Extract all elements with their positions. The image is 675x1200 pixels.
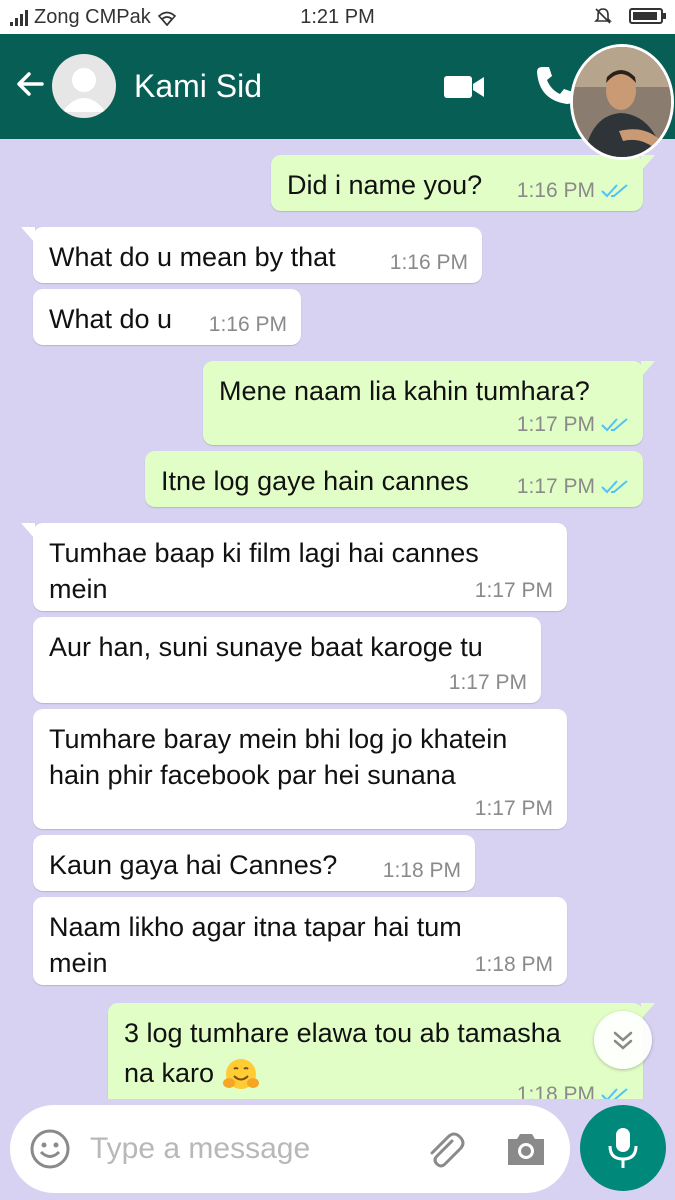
- status-right: [593, 6, 666, 26]
- battery-icon: [629, 8, 666, 24]
- message-text: Aur han, suni sunaye baat karoge tu: [49, 632, 483, 662]
- message-incoming[interactable]: What do u 1:16 PM: [33, 289, 301, 345]
- camera-icon[interactable]: [504, 1127, 548, 1171]
- message-composer: [10, 1105, 570, 1193]
- message-time: 1:17 PM: [474, 579, 553, 602]
- paperclip-icon[interactable]: [422, 1127, 466, 1171]
- message-outgoing[interactable]: Mene naam lia kahin tumhara? 1:17 PM: [203, 361, 655, 445]
- message-meta: 1:17 PM: [475, 579, 553, 603]
- hugging-face-emoji: [222, 1058, 259, 1089]
- message-meta: 1:17 PM: [449, 671, 527, 695]
- message-meta: 1:16 PM: [390, 251, 468, 275]
- message-text-line: Tumhare baray mein bhi log jo khatein: [49, 724, 508, 754]
- message-incoming[interactable]: Tumhare baray mein bhi log jo khatein ha…: [33, 709, 567, 829]
- chat-area[interactable]: Did i name you? 1:16 PM What do u mean b…: [0, 139, 675, 1099]
- message-time: 1:17 PM: [474, 797, 553, 820]
- double-chevron-down-icon: [613, 1031, 633, 1050]
- arrow-left-icon[interactable]: [12, 66, 48, 102]
- message-time: 1:18 PM: [516, 1083, 595, 1099]
- message-text: Mene naam lia kahin tumhara?: [219, 376, 590, 406]
- video-call-icon[interactable]: [442, 72, 486, 102]
- bubble-tail: [641, 155, 655, 171]
- message-time: 1:16 PM: [516, 179, 595, 202]
- message-meta: 1:18 PM: [517, 1083, 629, 1099]
- message-meta: 1:17 PM: [517, 413, 629, 437]
- message-time: 1:16 PM: [389, 251, 468, 274]
- bubble-tail: [21, 227, 35, 243]
- message-incoming[interactable]: Aur han, suni sunaye baat karoge tu 1:17…: [33, 617, 541, 703]
- message-time: 1:16 PM: [208, 313, 287, 336]
- message-time: 1:17 PM: [516, 475, 595, 498]
- default-avatar-icon: [62, 68, 106, 112]
- double-check-read-icon: [601, 480, 628, 494]
- message-time: 1:18 PM: [474, 953, 553, 976]
- bubble-tail: [21, 523, 35, 539]
- double-check-read-icon: [601, 184, 628, 198]
- status-bar: Zong CMPak 1:21 PM: [0, 0, 675, 34]
- message-text-line: 3 log tumhare elawa tou ab tamasha: [124, 1018, 561, 1048]
- message-outgoing[interactable]: Itne log gaye hain cannes 1:17 PM: [145, 451, 643, 507]
- message-meta: 1:18 PM: [383, 859, 461, 883]
- message-meta: 1:18 PM: [475, 953, 553, 977]
- message-incoming[interactable]: Tumhae baap ki film lagi hai cannes mein…: [21, 523, 567, 611]
- microphone-icon: [608, 1128, 638, 1168]
- bubble-tail: [641, 361, 655, 377]
- scroll-to-bottom-button[interactable]: [594, 1011, 652, 1069]
- message-text: What do u: [49, 304, 173, 334]
- phone-icon[interactable]: [534, 64, 574, 106]
- message-meta: 1:17 PM: [517, 475, 629, 499]
- bubble-tail: [641, 1003, 655, 1019]
- double-check-read-icon: [601, 418, 628, 432]
- message-incoming[interactable]: Naam likho agar itna tapar hai tum mein …: [33, 897, 567, 985]
- contact-name[interactable]: Kami Sid: [134, 68, 262, 105]
- message-text: Itne log gaye hain cannes: [161, 466, 469, 496]
- message-text-line: Naam likho agar itna tapar hai tum: [49, 912, 462, 942]
- message-text-line: Tumhae baap ki film lagi hai cannes: [49, 538, 479, 568]
- bell-muted-icon: [594, 8, 612, 24]
- message-meta: 1:16 PM: [517, 179, 629, 203]
- emoji-icon[interactable]: [28, 1127, 72, 1171]
- message-time: 1:17 PM: [516, 413, 595, 436]
- message-text-line: na karo: [124, 1058, 215, 1088]
- message-text: What do u mean by that: [49, 242, 336, 272]
- message-incoming[interactable]: Kaun gaya hai Cannes? 1:18 PM: [33, 835, 475, 891]
- avatar[interactable]: [52, 54, 116, 118]
- message-input[interactable]: [90, 1127, 410, 1171]
- message-text-line: hain phir facebook par hei sunana: [49, 760, 456, 790]
- message-outgoing[interactable]: 3 log tumhare elawa tou ab tamasha na ka…: [108, 1003, 655, 1099]
- double-check-read-icon: [601, 1088, 628, 1099]
- status-time: 1:21 PM: [300, 6, 375, 28]
- message-time: 1:18 PM: [382, 859, 461, 882]
- profile-photo[interactable]: [570, 44, 674, 160]
- message-incoming[interactable]: What do u mean by that 1:16 PM: [21, 227, 482, 283]
- message-text: Did i name you?: [287, 170, 483, 200]
- message-text: Kaun gaya hai Cannes?: [49, 850, 338, 880]
- message-outgoing[interactable]: Did i name you? 1:16 PM: [271, 155, 655, 211]
- microphone-button[interactable]: [580, 1105, 666, 1191]
- message-meta: 1:16 PM: [209, 313, 287, 337]
- message-time: 1:17 PM: [448, 671, 527, 694]
- message-meta: 1:17 PM: [475, 797, 553, 821]
